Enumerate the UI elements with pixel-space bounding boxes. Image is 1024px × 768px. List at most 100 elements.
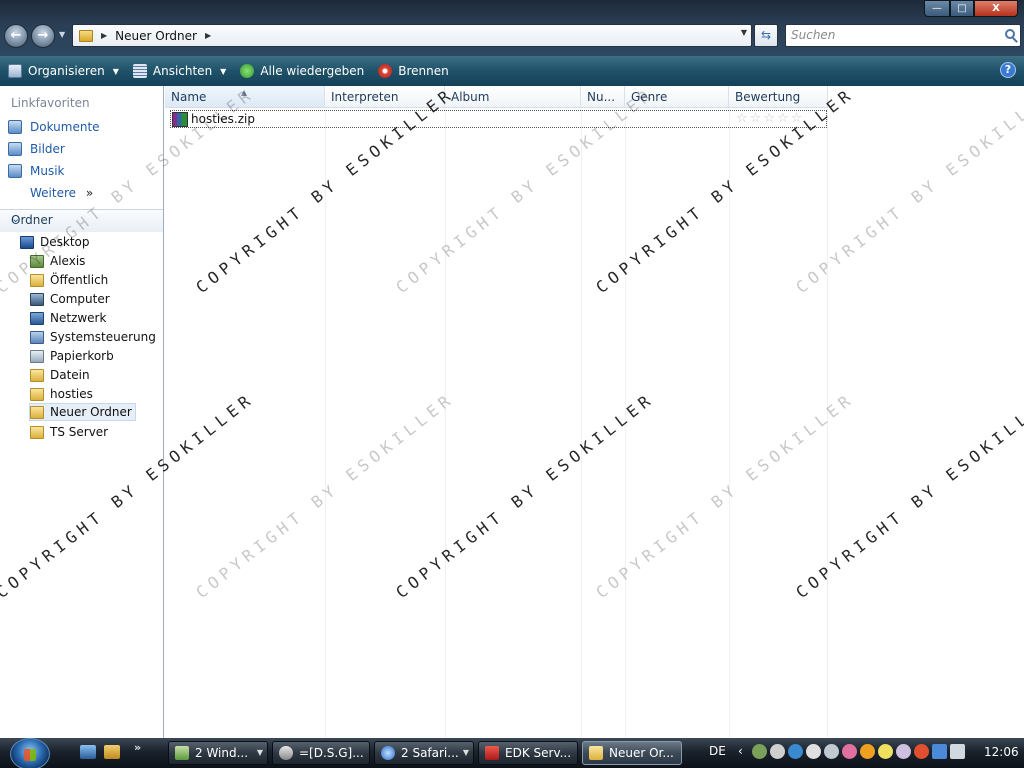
taskbar-button-dsg[interactable]: =[D.S.G]...	[272, 741, 370, 765]
column-label: Name	[171, 90, 207, 104]
tree-item-ts-server[interactable]: TS Server	[30, 423, 108, 441]
file-name: hosties.zip	[191, 112, 255, 126]
tree-label: hosties	[50, 387, 93, 401]
fav-label: Musik	[30, 164, 65, 178]
breadcrumb-arrow-icon[interactable]: ▶	[101, 31, 107, 40]
address-bar[interactable]: ▶ Neuer Ordner ▶ ▼	[72, 24, 752, 47]
play-all-button[interactable]: Alle wiedergeben	[240, 60, 370, 82]
breadcrumb-arrow-icon[interactable]: ▶	[205, 31, 211, 40]
views-button[interactable]: Ansichten ▼	[132, 60, 232, 82]
column-header-album[interactable]: Album	[445, 86, 581, 108]
tree-item-papierkorb[interactable]: Papierkorb	[30, 347, 114, 365]
tray-user-icon[interactable]	[788, 744, 803, 759]
organize-button[interactable]: Organisieren ▼	[8, 60, 125, 82]
recent-pages-dropdown[interactable]: ▼	[59, 30, 65, 39]
tray-app-icon[interactable]	[806, 744, 821, 759]
folders-header-bar[interactable]: Ordner ⌄	[0, 210, 163, 232]
forward-button[interactable]: →	[31, 24, 55, 48]
tree-label: Alexis	[50, 254, 86, 268]
back-button[interactable]: ←	[4, 24, 28, 48]
task-label: Neuer Or...	[609, 746, 674, 760]
show-desktop-icon[interactable]	[80, 745, 96, 759]
minimize-button[interactable]: —	[924, 0, 950, 17]
folder-icon	[30, 387, 44, 401]
tray-app-icon[interactable]	[824, 744, 839, 759]
tree-item-desktop[interactable]: Desktop	[20, 233, 90, 251]
clock[interactable]: 12:06	[984, 745, 1019, 759]
column-header-name[interactable]: ▲ Name	[165, 86, 325, 108]
column-header-number[interactable]: Nu...	[581, 86, 625, 108]
tree-label: TS Server	[50, 425, 109, 439]
burn-button[interactable]: Brennen	[378, 60, 454, 82]
folder-icon	[589, 746, 603, 760]
star-icon[interactable]: ☆	[777, 111, 789, 126]
column-label: Bewertung	[735, 90, 801, 104]
tree-item-systemsteuerung[interactable]: Systemsteuerung	[30, 328, 156, 346]
address-dropdown-icon[interactable]: ▼	[741, 28, 747, 37]
column-header-bewertung[interactable]: Bewertung	[729, 86, 828, 108]
tree-item-datein[interactable]: Datein	[30, 366, 90, 384]
column-label: Genre	[631, 90, 668, 104]
column-divider	[729, 108, 730, 738]
favorites-more-link[interactable]: Weitere »	[30, 186, 93, 200]
volume-icon[interactable]	[950, 744, 965, 759]
recycle-bin-icon	[30, 349, 44, 363]
tree-item-neuer-ordner[interactable]: Neuer Ordner	[29, 403, 136, 421]
tray-app-icon[interactable]	[842, 744, 857, 759]
help-button[interactable]: ?	[1000, 62, 1016, 78]
star-icon[interactable]: ☆	[763, 111, 775, 126]
taskbar-button-neuer-ordner[interactable]: Neuer Or...	[582, 741, 682, 765]
tray-app-icon[interactable]	[914, 744, 929, 759]
tree-item-netzwerk[interactable]: Netzwerk	[30, 309, 106, 327]
breadcrumb-current[interactable]: Neuer Ordner	[115, 29, 197, 43]
chevron-down-icon: ▼	[462, 748, 469, 757]
tray-expand-icon[interactable]: ‹	[738, 744, 743, 758]
window-controls: — □ X	[924, 0, 1018, 17]
system-tray	[752, 744, 965, 759]
tree-label: Systemsteuerung	[50, 330, 156, 344]
file-row[interactable]: hosties.zip ☆ ☆ ☆ ☆ ☆	[170, 110, 827, 128]
tray-app-icon[interactable]	[896, 744, 911, 759]
close-button[interactable]: X	[974, 0, 1018, 17]
tree-label: Datein	[50, 368, 90, 382]
taskbar-button-safari[interactable]: 2 Safari... ▼	[374, 741, 474, 765]
fav-item-musik[interactable]: Musik	[8, 164, 65, 178]
tray-app-icon[interactable]	[860, 744, 875, 759]
taskbar-button-windows[interactable]: 2 Wind... ▼	[168, 741, 268, 765]
tree-item-hosties[interactable]: hosties	[30, 385, 93, 403]
start-button[interactable]	[10, 738, 50, 768]
tray-app-icon[interactable]	[752, 744, 767, 759]
tray-steam-icon[interactable]	[770, 744, 785, 759]
column-header-interpreten[interactable]: Interpreten	[325, 86, 445, 108]
tree-item-oeffentlich[interactable]: Öffentlich	[30, 271, 108, 289]
star-icon[interactable]: ☆	[736, 111, 748, 126]
network-tray-icon[interactable]	[932, 744, 947, 759]
tree-label: Neuer Ordner	[50, 405, 132, 419]
filezilla-icon	[485, 746, 499, 760]
views-icon	[132, 64, 147, 78]
search-icon[interactable]	[1005, 29, 1015, 39]
tree-item-alexis[interactable]: Alexis	[30, 252, 85, 270]
network-icon	[30, 311, 44, 325]
taskbar-button-edk-server[interactable]: EDK Serv...	[478, 741, 578, 765]
language-indicator[interactable]: DE	[709, 744, 726, 758]
star-icon[interactable]: ☆	[791, 111, 803, 126]
star-icon[interactable]: ☆	[750, 111, 762, 126]
tree-item-computer[interactable]: Computer	[30, 290, 110, 308]
maximize-button[interactable]: □	[950, 0, 974, 17]
tray-moon-icon[interactable]	[878, 744, 893, 759]
double-chevron-icon: »	[85, 186, 94, 200]
chevron-down-icon: ▼	[256, 748, 263, 757]
rating-stars[interactable]: ☆ ☆ ☆ ☆ ☆	[736, 111, 802, 126]
computer-icon	[30, 292, 44, 306]
quicklaunch-more-icon[interactable]: »	[134, 741, 141, 754]
media-player-icon[interactable]	[104, 745, 120, 759]
search-input[interactable]: Suchen	[785, 24, 1021, 47]
zip-archive-icon	[172, 111, 188, 127]
control-panel-icon	[30, 330, 44, 344]
refresh-button[interactable]: ⇆	[754, 24, 778, 47]
column-label: Nu...	[587, 90, 616, 104]
fav-item-bilder[interactable]: Bilder	[8, 142, 65, 156]
column-header-genre[interactable]: Genre	[625, 86, 729, 108]
fav-item-dokumente[interactable]: Dokumente	[8, 120, 100, 134]
